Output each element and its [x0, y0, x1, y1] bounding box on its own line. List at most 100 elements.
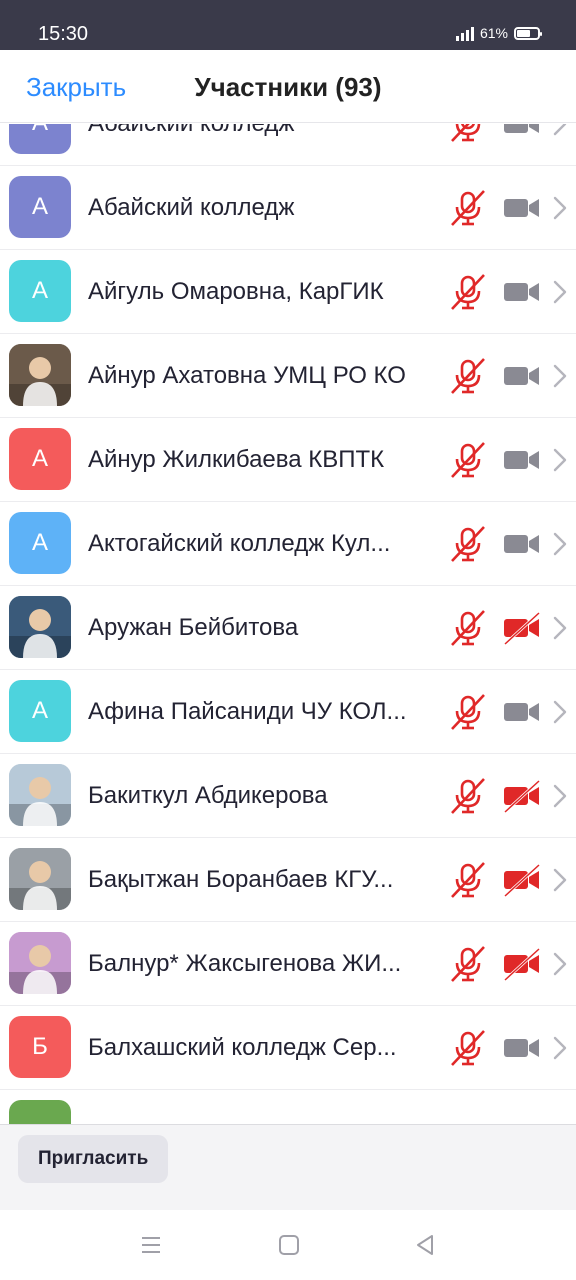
avatar — [9, 1100, 71, 1124]
header: Закрыть Участники (93) — [0, 50, 576, 123]
avatar: А — [9, 260, 71, 322]
participant-controls — [448, 776, 568, 816]
participant-row[interactable]: А Актогайский колледж Кул... — [0, 502, 576, 586]
avatar: А — [9, 512, 71, 574]
chevron-right-icon[interactable] — [552, 445, 568, 475]
participant-row[interactable]: Айнур Ахатовна УМЦ РО КО — [0, 334, 576, 418]
video-icon — [502, 1028, 542, 1068]
chevron-right-icon[interactable] — [552, 949, 568, 979]
participant-row[interactable]: Аружан Бейбитова — [0, 586, 576, 670]
mic-muted-icon — [448, 356, 488, 396]
avatar — [9, 344, 71, 406]
video-off-icon — [502, 860, 542, 900]
avatar: Б — [9, 1016, 71, 1078]
video-off-icon — [502, 776, 542, 816]
mic-muted-icon — [448, 608, 488, 648]
menu-icon[interactable] — [140, 1234, 162, 1256]
participant-row[interactable]: А Айнур Жилкибаева КВПТК — [0, 418, 576, 502]
participant-name: Бакиткул Абдикерова — [88, 782, 328, 809]
avatar: А — [9, 124, 71, 154]
participant-controls — [448, 944, 568, 984]
chevron-right-icon[interactable] — [552, 277, 568, 307]
battery-percent: 61% — [479, 25, 508, 41]
mic-muted-icon — [448, 776, 488, 816]
video-off-icon — [502, 608, 542, 648]
chevron-right-icon[interactable] — [552, 124, 568, 139]
participant-row[interactable]: А Абайский колледж — [0, 166, 576, 250]
participant-controls — [448, 272, 568, 312]
mic-muted-icon — [448, 440, 488, 480]
participant-row[interactable]: Бақытжан Боранбаев КГУ... — [0, 838, 576, 922]
page-title: Участники (93) — [194, 72, 382, 102]
participant-name: Айнур Ахатовна УМЦ РО КО — [88, 362, 406, 389]
chevron-right-icon[interactable] — [552, 613, 568, 643]
home-icon[interactable] — [278, 1234, 300, 1256]
participant-controls — [448, 860, 568, 900]
status-bar: 15:30 61% — [0, 0, 576, 50]
participant-name: Абайский колледж — [88, 194, 295, 221]
participant-controls — [448, 440, 568, 480]
chevron-right-icon[interactable] — [552, 865, 568, 895]
chevron-right-icon[interactable] — [552, 697, 568, 727]
participant-name: Балхашский колледж Сер... — [88, 1034, 397, 1061]
participant-row[interactable]: А Афина Пайсаниди ЧУ КОЛ... — [0, 670, 576, 754]
participant-name: Балнур* Жаксыгенова ЖИ... — [88, 950, 402, 977]
avatar-initial: А — [31, 193, 48, 220]
status-indicators: 61% — [455, 25, 542, 41]
chevron-right-icon[interactable] — [552, 361, 568, 391]
avatar-initial: А — [31, 445, 48, 472]
video-off-icon — [502, 944, 542, 984]
participant-controls — [448, 608, 568, 648]
video-icon — [502, 272, 542, 312]
avatar-initial: А — [32, 124, 48, 137]
video-icon — [502, 188, 542, 228]
mic-muted-icon — [448, 272, 488, 312]
participant-name: Афина Пайсаниди ЧУ КОЛ... — [88, 698, 407, 725]
participant-name: Аружан Бейбитова — [88, 614, 299, 641]
mic-muted-icon — [448, 944, 488, 984]
participant-name: Айнур Жилкибаева КВПТК — [88, 446, 385, 473]
avatar: А — [9, 680, 71, 742]
participant-name: Бақытжан Боранбаев КГУ... — [88, 866, 394, 893]
mic-muted-icon — [448, 188, 488, 228]
android-nav-bar — [0, 1210, 576, 1280]
participant-controls — [448, 524, 568, 564]
chevron-right-icon[interactable] — [552, 1033, 568, 1063]
video-icon — [502, 692, 542, 732]
back-icon[interactable] — [414, 1234, 436, 1256]
chevron-right-icon[interactable] — [552, 193, 568, 223]
avatar: А — [9, 176, 71, 238]
participant-name: Айгуль Омаровна, КарГИК — [88, 278, 384, 305]
participant-controls — [448, 692, 568, 732]
mic-muted-icon — [448, 524, 488, 564]
footer-bar: Пригласить — [0, 1124, 576, 1210]
participant-controls — [448, 124, 568, 144]
battery-icon — [514, 26, 542, 40]
avatar-initial: Б — [32, 1033, 48, 1060]
avatar-initial: А — [31, 529, 48, 556]
participant-row[interactable]: А Абайский колледж — [0, 124, 576, 166]
mic-muted-icon — [448, 692, 488, 732]
invite-button[interactable]: Пригласить — [18, 1135, 169, 1183]
participant-controls — [448, 188, 568, 228]
avatar — [9, 932, 71, 994]
participant-row[interactable]: Балнур* Жаксыгенова ЖИ... — [0, 922, 576, 1006]
participant-controls — [448, 356, 568, 396]
chevron-right-icon[interactable] — [552, 529, 568, 559]
participants-list[interactable]: А Абайский колледж А Абайский колледж А Айгул… — [0, 124, 576, 1124]
participant-row[interactable]: А Айгуль Омаровна, КарГИК — [0, 250, 576, 334]
avatar-initial: А — [31, 697, 48, 724]
mic-muted-icon — [448, 1028, 488, 1068]
avatar: А — [9, 428, 71, 490]
avatar — [9, 848, 71, 910]
video-icon — [502, 524, 542, 564]
signal-icon — [455, 25, 474, 41]
chevron-right-icon[interactable] — [552, 781, 568, 811]
video-icon — [502, 440, 542, 480]
mic-muted-icon — [448, 124, 488, 144]
participant-name: Актогайский колледж Кул... — [88, 530, 391, 557]
participant-row[interactable]: Бакиткул Абдикерова — [0, 754, 576, 838]
participant-row[interactable]: Б Балхашский колледж Сер... — [0, 1006, 576, 1090]
participant-row[interactable] — [0, 1090, 576, 1124]
avatar-initial: А — [31, 277, 48, 304]
